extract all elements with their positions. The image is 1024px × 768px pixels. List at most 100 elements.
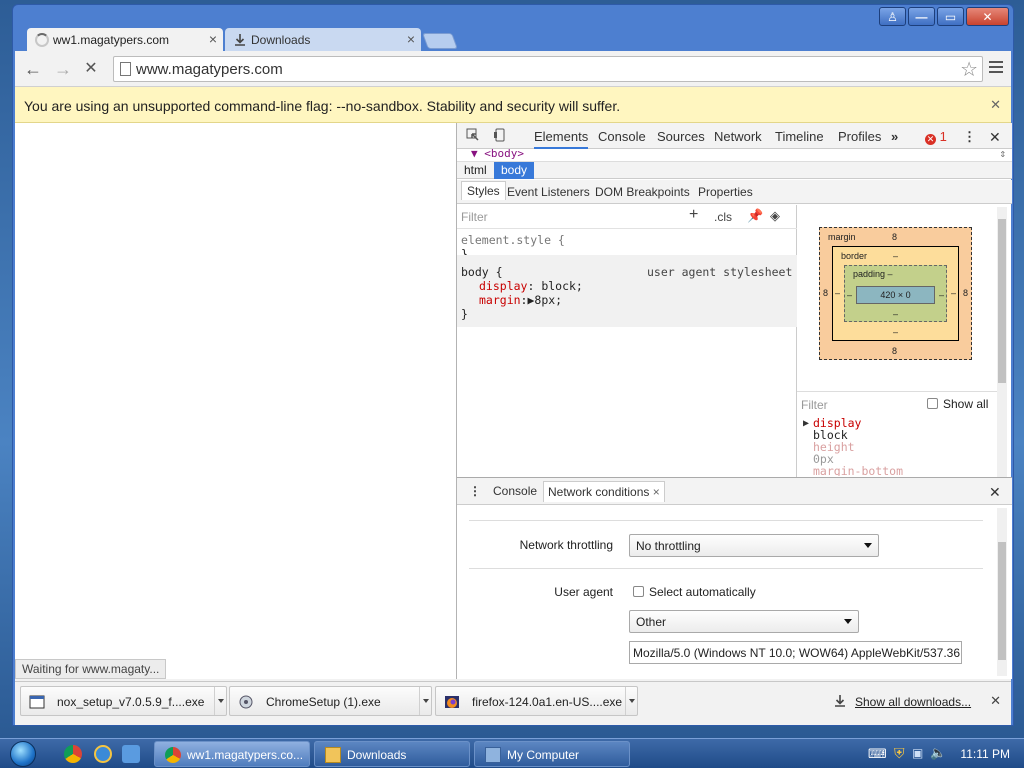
computed-filter-input[interactable]: Filter [801, 398, 828, 412]
property-margin[interactable]: margin:▶8px; [479, 293, 562, 307]
more-tabs-icon[interactable]: » [891, 129, 898, 144]
device-mode-icon[interactable] [493, 128, 507, 142]
volume-icon[interactable]: 🔈 [930, 745, 946, 761]
internet-explorer-icon[interactable] [94, 745, 112, 763]
download-item[interactable]: nox_setup_v7.0.5.9_f....exe [20, 686, 227, 716]
download-filename: nox_setup_v7.0.5.9_f....exe [57, 695, 205, 709]
padding-bottom-value[interactable]: – [893, 309, 898, 319]
drawer-close-icon[interactable]: ✕ [989, 484, 1001, 501]
drawer-menu-icon[interactable]: ⋮ [469, 484, 481, 498]
rule-body[interactable]: body { user agent stylesheet display: bl… [457, 255, 797, 327]
computed-scrollbar[interactable] [997, 391, 1007, 477]
select-automatically-checkbox[interactable]: Select automatically [633, 585, 756, 599]
margin-right-value[interactable]: 8 [963, 288, 968, 298]
border-bottom-value[interactable]: – [893, 327, 898, 337]
taskbar-item-browser[interactable]: ww1.magatypers.co... [154, 741, 310, 767]
pin-icon[interactable]: 📌 [747, 208, 763, 224]
color-format-icon[interactable]: ◈ [770, 208, 780, 224]
padding-left-value[interactable]: – [847, 290, 852, 300]
box-model-margin[interactable]: margin 8 8 8 8 border – – – – padding – … [819, 227, 972, 360]
tab-elements[interactable]: Elements [534, 129, 589, 149]
download-item[interactable]: firefox-124.0a1.en-US....exe [435, 686, 638, 716]
back-arrow-icon[interactable]: ← [23, 59, 43, 79]
show-all-checkbox[interactable]: Show all [927, 397, 988, 411]
address-bar[interactable]: www.magatypers.com ☆ [113, 56, 983, 82]
drawer-tab-network-conditions[interactable]: Network conditions × [543, 481, 665, 502]
styles-filter-input[interactable]: Filter [461, 210, 488, 224]
tab-styles[interactable]: Styles [461, 181, 506, 200]
breadcrumb-html[interactable]: html [457, 162, 494, 179]
taskbar-item-my-computer[interactable]: My Computer [474, 741, 630, 767]
chevron-down-icon[interactable] [625, 687, 637, 715]
breadcrumb-body[interactable]: body [494, 162, 535, 179]
drawer-scrollbar[interactable] [997, 508, 1007, 676]
tab-close-icon[interactable]: × [209, 31, 217, 47]
tab-profiles[interactable]: Profiles [838, 129, 881, 144]
margin-left-value[interactable]: 8 [823, 288, 828, 298]
tab-event-listeners[interactable]: Event Listeners [507, 185, 590, 199]
bookmark-star-icon[interactable]: ☆ [960, 57, 978, 82]
tab-timeline[interactable]: Timeline [775, 129, 824, 144]
property-display[interactable]: display: block; [479, 279, 583, 293]
minimize-button[interactable]: — [908, 7, 935, 26]
border-top-value[interactable]: – [893, 251, 898, 261]
add-rule-icon[interactable]: + [689, 206, 698, 224]
drawer-tab-console[interactable]: Console [493, 484, 537, 498]
user-agent-select[interactable]: Other [629, 610, 859, 633]
inspect-element-icon[interactable] [466, 128, 480, 142]
start-button[interactable] [4, 739, 42, 768]
url-suffix: typers.com [209, 61, 283, 78]
profile-button[interactable]: ♙ [879, 7, 906, 26]
download-item[interactable]: ChromeSetup (1).exe [229, 686, 432, 716]
border-right-value[interactable]: – [951, 288, 956, 298]
clock[interactable]: 11:11 PM [960, 747, 1010, 761]
tab-close-icon[interactable]: × [407, 31, 415, 47]
margin-bottom-value[interactable]: 8 [892, 346, 897, 356]
show-all-downloads-link[interactable]: Show all downloads... [855, 695, 971, 709]
box-model-content[interactable]: 420 × 0 [856, 286, 935, 304]
rule-element-style[interactable]: element.style { [461, 233, 565, 247]
tab-console[interactable]: Console [598, 129, 646, 144]
network-throttling-select[interactable]: No throttling [629, 534, 879, 557]
dom-tree-peek[interactable]: ▼ <body> ⇕ [457, 149, 1012, 161]
dom-node-body[interactable]: ▼ <body> [471, 149, 524, 160]
new-tab-button[interactable] [422, 33, 458, 49]
stop-loading-icon[interactable]: ✕ [81, 59, 101, 79]
scroll-arrows-icon[interactable]: ⇕ [999, 149, 1006, 160]
hamburger-menu-icon[interactable] [989, 61, 1003, 75]
tab-downloads[interactable]: Downloads × [225, 28, 421, 52]
network-icon[interactable]: ▣ [912, 746, 923, 760]
tab-network[interactable]: Network [714, 129, 762, 144]
error-counter[interactable]: ✕ 1 [925, 129, 947, 145]
tab-close-icon[interactable]: × [653, 485, 660, 499]
border-left-value[interactable]: – [835, 288, 840, 298]
chrome-icon[interactable] [64, 745, 82, 763]
chevron-down-icon[interactable] [419, 687, 431, 715]
box-model-padding[interactable]: padding – – – – 420 × 0 [844, 265, 947, 322]
cls-toggle[interactable]: .cls [714, 210, 732, 224]
maximize-button[interactable]: ▭ [937, 7, 964, 26]
keyboard-icon[interactable]: ⌨ [868, 746, 887, 762]
margin-top-value[interactable]: 8 [892, 232, 897, 242]
devtools-menu-icon[interactable]: ⋮ [963, 129, 976, 145]
tab-properties[interactable]: Properties [698, 185, 753, 199]
expand-triangle-icon[interactable]: ▶ [803, 418, 809, 429]
downloads-bar-close-icon[interactable]: ✕ [990, 693, 1001, 709]
forward-arrow-icon[interactable]: → [53, 59, 73, 79]
close-window-button[interactable]: ✕ [966, 7, 1009, 26]
user-agent-input[interactable]: Mozilla/5.0 (Windows NT 10.0; WOW64) App… [629, 641, 962, 664]
security-shield-icon[interactable]: ⛨ [894, 745, 905, 762]
page-viewport[interactable]: Waiting for www.magaty... [15, 123, 456, 679]
taskbar-item-downloads[interactable]: Downloads [314, 741, 470, 767]
box-model-border[interactable]: border – – – – padding – – – – 420 × 0 [832, 246, 959, 341]
tab-dom-breakpoints[interactable]: DOM Breakpoints [595, 185, 690, 199]
padding-right-value[interactable]: – [939, 290, 944, 300]
chevron-down-icon[interactable] [214, 687, 226, 715]
infobar-close-icon[interactable]: ✕ [990, 97, 1001, 113]
tab-magatypers[interactable]: ww1.magatypers.com × [27, 28, 223, 52]
url-text[interactable]: www.magatypers.com [136, 61, 283, 78]
box-model-scrollbar[interactable] [997, 207, 1007, 391]
devtools-close-icon[interactable]: ✕ [989, 129, 1001, 146]
tab-sources[interactable]: Sources [657, 129, 705, 144]
app-icon[interactable] [122, 745, 140, 763]
